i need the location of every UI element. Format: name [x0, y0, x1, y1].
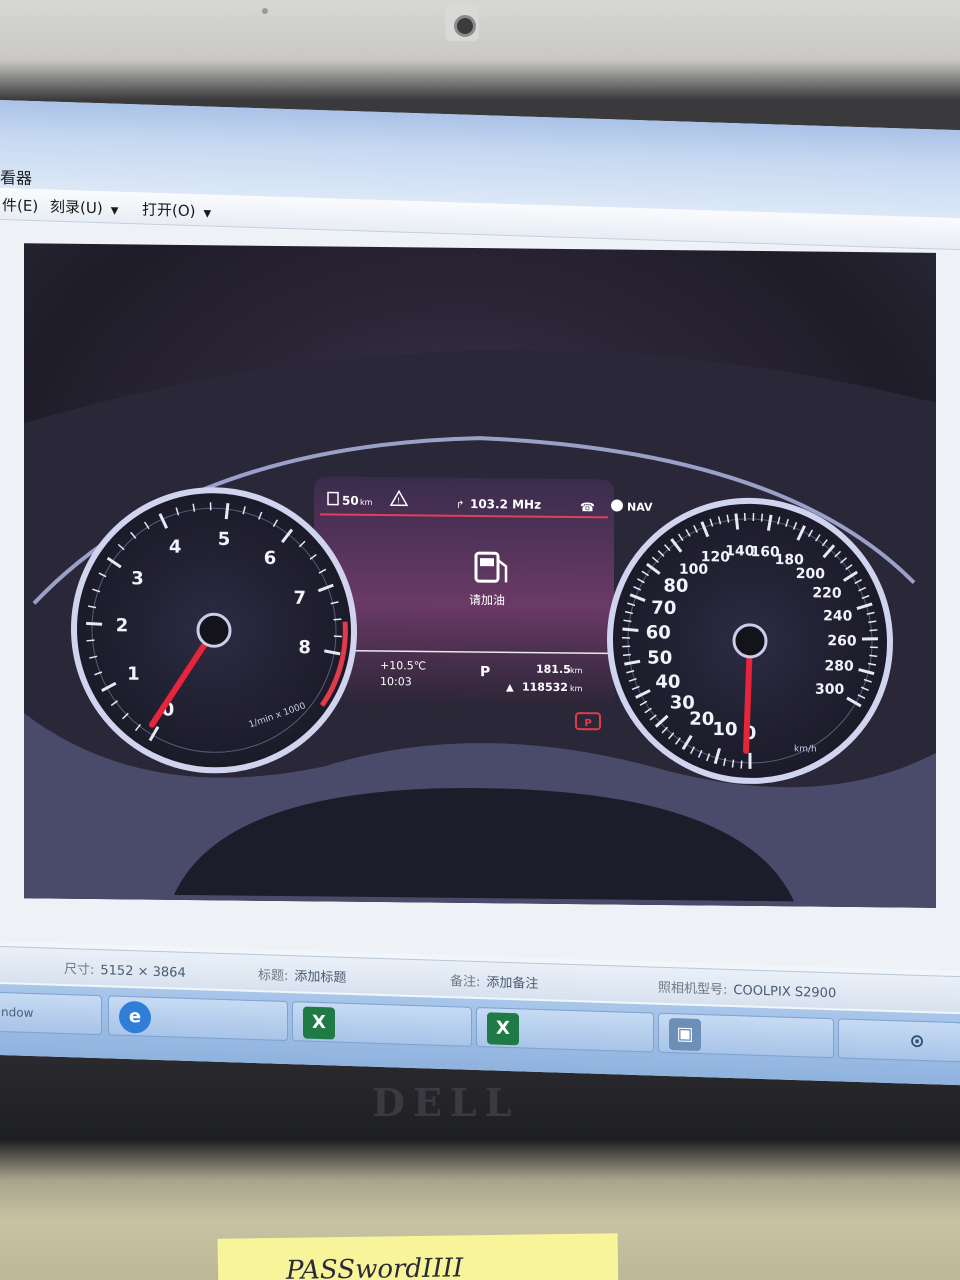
speedometer-tick: [760, 513, 764, 522]
speedometer-tick: [734, 513, 740, 530]
odometer-icon: ▲: [506, 682, 514, 693]
speedometer-label: 240: [823, 608, 852, 624]
sticky-note: PASSwordIIII: [217, 1233, 619, 1280]
tachometer-label: 1: [127, 664, 140, 685]
chevron-down-icon: ▼: [110, 205, 119, 217]
camera-model: 照相机型号: COOLPIX S2900: [658, 980, 837, 1002]
speedometer-tick: [869, 654, 878, 658]
webcam: [445, 5, 479, 41]
speedometer-label: 30: [670, 692, 695, 713]
speedometer-label: 220: [812, 585, 841, 601]
edge-icon: e: [119, 1000, 151, 1034]
speedometer-label: 10: [712, 719, 737, 740]
speedometer-tick: [622, 645, 631, 648]
speedometer-label: 50: [647, 647, 672, 668]
speedometer-hub: [732, 623, 768, 659]
range-value: 50: [342, 494, 359, 508]
excel-icon: X: [303, 1006, 335, 1040]
tachometer-label: 3: [131, 568, 144, 589]
tachometer-label: 5: [218, 529, 231, 550]
clock: 10:03: [380, 675, 412, 688]
tachometer-tick: [86, 639, 95, 642]
speedometer-unit: km/h: [794, 744, 817, 754]
tachometer-tick: [333, 618, 342, 621]
nav-label: NAV: [627, 501, 653, 514]
excel-icon: X: [487, 1012, 519, 1046]
gear-indicator: P: [480, 664, 490, 680]
taskbar-item-excel-2[interactable]: X: [476, 1006, 654, 1053]
instrument-cluster: 50 km ! ↱ 103.2 MHz ☎ NAV 请加油 +10.5℃ 10:…: [24, 350, 936, 908]
speedometer-label: 80: [663, 576, 688, 597]
menu-file[interactable]: 件(E): [2, 194, 38, 216]
refuel-message: 请加油: [469, 593, 505, 607]
radio-arrow-icon: ↱: [456, 500, 464, 511]
speedometer-tick: [740, 760, 743, 769]
taskbar-item-photo-viewer[interactable]: ▣: [658, 1012, 834, 1059]
menu-open[interactable]: 打开(O) ▼: [142, 198, 211, 221]
speedometer-label: 260: [827, 633, 856, 649]
search-icon: ⊙: [909, 1030, 925, 1053]
taskbar-item-edge[interactable]: e: [108, 995, 288, 1042]
odometer-unit: km: [570, 684, 583, 693]
tachometer-tick: [86, 621, 103, 626]
chevron-down-icon: ▼: [203, 208, 212, 220]
speedometer-label: 280: [825, 658, 854, 674]
speedometer-label: 300: [815, 682, 844, 698]
tachometer-label: 2: [116, 615, 129, 636]
outside-temperature: +10.5℃: [380, 659, 426, 672]
image-size: 尺寸: 5152 × 3864: [64, 962, 186, 981]
warning-icon-mark: !: [397, 496, 400, 505]
tachometer: 01234 5678 1/min x 1000: [71, 487, 357, 774]
photo-viewer-icon: ▣: [669, 1018, 701, 1052]
tachometer-label: 7: [293, 588, 306, 609]
speedometer-tick: [869, 629, 878, 632]
range-unit: km: [360, 498, 373, 507]
trip-unit: km: [570, 666, 583, 675]
radio-frequency: 103.2 MHz: [470, 497, 541, 512]
speedometer: 0102030405060708010012014016018020022024…: [607, 497, 893, 784]
parking-brake-icon-mark: P: [584, 718, 591, 729]
taskbar-tray[interactable]: ⊙: [838, 1018, 960, 1063]
tachometer-label: 4: [169, 536, 182, 557]
window-title: 看器: [0, 168, 33, 189]
bezel-dot: [262, 8, 268, 14]
monitor-screen: 看器 件(E) 刻录(U) ▼ 打开(O) ▼ 50 km ! ↱ 103.2 …: [0, 100, 960, 1086]
laptop-brand-logo: DELL: [372, 1080, 520, 1125]
odometer-value: 118532: [522, 681, 568, 694]
tachometer-label: 8: [298, 637, 311, 658]
phone-icon: ☎: [580, 500, 595, 514]
tachometer-tick: [224, 503, 230, 520]
taskbar-item-excel-1[interactable]: X: [292, 1001, 472, 1047]
speedometer-tick: [861, 637, 878, 641]
dashboard-photo: 50 km ! ↱ 103.2 MHz ☎ NAV 请加油 +10.5℃ 10:…: [24, 243, 936, 908]
trip-distance: 181.5: [536, 663, 571, 676]
speedometer-label: 70: [651, 598, 676, 619]
tachometer-hub: [196, 612, 232, 648]
fuel-warning-window: [480, 558, 494, 567]
menu-burn[interactable]: 刻录(U) ▼: [50, 196, 118, 219]
taskbar-item-window[interactable]: ndow: [0, 991, 102, 1036]
sticky-note-text: PASSwordIIII: [285, 1253, 464, 1280]
speedometer-label: 60: [646, 622, 671, 643]
image-note[interactable]: 备注: 添加备注: [450, 970, 538, 992]
speedometer-label: 200: [796, 566, 825, 582]
speedometer-tick: [622, 653, 632, 657]
photo-viewer-canvas: 50 km ! ↱ 103.2 MHz ☎ NAV 请加油 +10.5℃ 10:…: [0, 221, 960, 1063]
speedometer-label: 40: [655, 671, 680, 692]
tachometer-label: 6: [264, 548, 277, 569]
speedometer-tick: [622, 627, 639, 632]
image-title[interactable]: 标题: 添加标题: [258, 964, 346, 986]
